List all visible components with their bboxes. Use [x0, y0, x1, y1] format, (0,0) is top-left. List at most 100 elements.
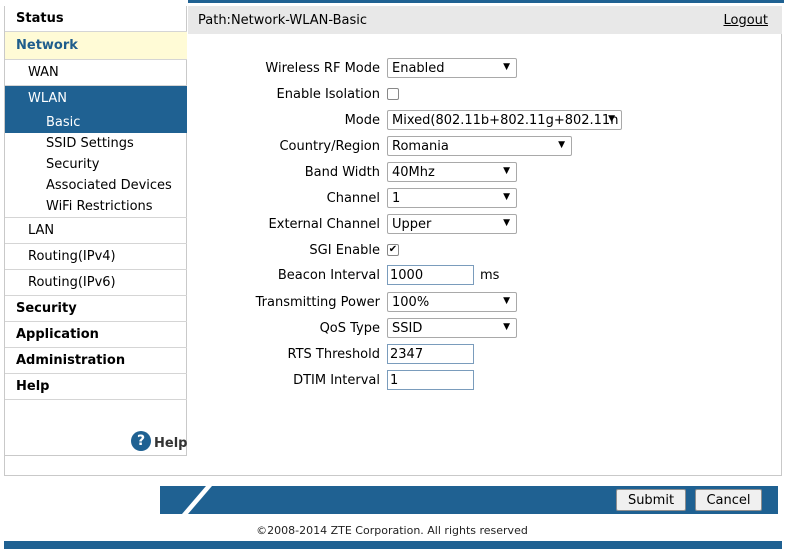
sidebar-item-wifi-restrictions[interactable]: WiFi Restrictions: [5, 196, 187, 218]
breadcrumb: Path:Network-WLAN-Basic: [198, 12, 368, 28]
chevron-down-icon: ▼: [608, 114, 615, 124]
select-value: Romania: [392, 138, 449, 154]
form-row-country-region: Country/Region Romania ▼: [188, 134, 778, 158]
sidebar-item-label: LAN: [28, 223, 55, 238]
sidebar-item-label: Application: [16, 327, 99, 342]
qos-type-select[interactable]: SSID ▼: [387, 318, 517, 338]
form-row-wireless-rf-mode: Wireless RF Mode Enabled ▼: [188, 56, 778, 80]
chevron-down-icon: ▼: [503, 296, 510, 306]
external-channel-select[interactable]: Upper ▼: [387, 214, 517, 234]
select-value: 40Mhz: [392, 164, 435, 180]
footer-stripe-decoration: [160, 486, 220, 514]
field-label: Enable Isolation: [276, 86, 380, 102]
top-accent-strip: [188, 0, 784, 3]
sidebar-item-label: Network: [16, 38, 78, 53]
form-row-qos-type: QoS Type SSID ▼: [188, 316, 778, 340]
form-row-sgi-enable: SGI Enable ✔: [188, 238, 778, 262]
form-row-external-channel: External Channel Upper ▼: [188, 212, 778, 236]
chevron-down-icon: ▼: [503, 218, 510, 228]
select-value: Upper: [392, 216, 432, 232]
sidebar-item-wlan[interactable]: WLAN: [5, 86, 187, 111]
field-label: Band Width: [304, 164, 380, 180]
sidebar-item-label: Routing(IPv4): [28, 249, 116, 264]
sidebar-item-label: SSID Settings: [46, 136, 134, 151]
sidebar-item-basic[interactable]: Basic: [5, 111, 187, 133]
submit-button[interactable]: Submit: [616, 489, 686, 511]
chevron-down-icon: ▼: [503, 166, 510, 176]
sidebar-item-label: Routing(IPv6): [28, 275, 116, 290]
sidebar-item-application[interactable]: Application: [5, 322, 187, 348]
sidebar-item-security-sub[interactable]: Security: [5, 154, 187, 175]
select-value: Enabled: [392, 60, 445, 76]
form-row-beacon-interval: Beacon Interval 1000 ms: [188, 263, 778, 287]
unit-label: ms: [480, 267, 500, 283]
input-value: 2347: [390, 346, 424, 362]
band-width-select[interactable]: 40Mhz ▼: [387, 162, 517, 182]
chevron-down-icon: ▼: [503, 192, 510, 202]
select-value: SSID: [392, 320, 423, 336]
copyright-text: ©2008-2014 ZTE Corporation. All rights r…: [256, 524, 528, 537]
sidebar-item-routing-ipv6[interactable]: Routing(IPv6): [5, 270, 187, 296]
help-icon[interactable]: ?: [131, 430, 151, 451]
sidebar-item-associated-devices[interactable]: Associated Devices: [5, 175, 187, 196]
dtim-interval-input[interactable]: 1: [387, 370, 474, 390]
field-label: RTS Threshold: [287, 346, 380, 362]
field-label: QoS Type: [319, 320, 380, 336]
field-label: External Channel: [268, 216, 380, 232]
select-value: 1: [392, 190, 401, 206]
wireless-rf-mode-select[interactable]: Enabled ▼: [387, 58, 517, 78]
sgi-enable-checkbox[interactable]: ✔: [387, 244, 399, 256]
sidebar-item-label: Status: [16, 11, 64, 26]
beacon-interval-input[interactable]: 1000: [387, 265, 474, 285]
mode-select[interactable]: Mixed(802.11b+802.11g+802.11n ▼: [387, 110, 622, 130]
sidebar-item-label: WLAN: [28, 91, 68, 106]
sidebar-item-label: WiFi Restrictions: [46, 199, 153, 214]
field-label: SGI Enable: [309, 242, 380, 258]
sidebar-item-lan[interactable]: LAN: [5, 218, 187, 244]
form-row-mode: Mode Mixed(802.11b+802.11g+802.11n ▼: [188, 108, 778, 132]
chevron-down-icon: ▼: [503, 322, 510, 332]
bottom-strip: [4, 541, 782, 549]
sidebar-item-administration[interactable]: Administration: [5, 348, 187, 374]
form-row-enable-isolation: Enable Isolation: [188, 82, 778, 106]
form-row-channel: Channel 1 ▼: [188, 186, 778, 210]
sidebar-item-label: Administration: [16, 353, 126, 368]
enable-isolation-checkbox[interactable]: [387, 88, 399, 100]
sidebar-item-routing-ipv4[interactable]: Routing(IPv4): [5, 244, 187, 270]
field-label: Beacon Interval: [277, 267, 380, 283]
help-label[interactable]: Help: [154, 436, 187, 451]
checkmark-icon: ✔: [388, 244, 398, 255]
field-label: Mode: [344, 112, 380, 128]
transmitting-power-select[interactable]: 100% ▼: [387, 292, 517, 312]
field-label: Wireless RF Mode: [265, 60, 380, 76]
form-row-rts-threshold: RTS Threshold 2347: [188, 342, 778, 366]
sidebar-item-label: Security: [46, 157, 100, 172]
sidebar-item-network[interactable]: Network: [5, 32, 187, 60]
form-row-band-width: Band Width 40Mhz ▼: [188, 160, 778, 184]
input-value: 1: [390, 372, 399, 388]
sidebar-item-label: WAN: [28, 65, 59, 80]
field-label: DTIM Interval: [293, 372, 380, 388]
field-label: Transmitting Power: [255, 294, 380, 310]
chevron-down-icon: ▼: [503, 62, 510, 72]
sidebar-item-security[interactable]: Security: [5, 296, 187, 322]
sidebar-item-wan[interactable]: WAN: [5, 60, 187, 86]
form-row-transmitting-power: Transmitting Power 100% ▼: [188, 290, 778, 314]
select-value: Mixed(802.11b+802.11g+802.11n: [392, 112, 619, 128]
sidebar-item-label: Associated Devices: [46, 178, 172, 193]
channel-select[interactable]: 1 ▼: [387, 188, 517, 208]
help-link[interactable]: ? Help: [131, 430, 187, 451]
sidebar-item-label: Basic: [46, 114, 81, 130]
rts-threshold-input[interactable]: 2347: [387, 344, 474, 364]
input-value: 1000: [390, 267, 424, 283]
logout-link[interactable]: Logout: [723, 13, 768, 28]
sidebar-item-help[interactable]: Help: [5, 374, 187, 400]
cancel-button[interactable]: Cancel: [695, 489, 762, 511]
select-value: 100%: [392, 294, 430, 310]
country-region-select[interactable]: Romania ▼: [387, 136, 572, 156]
sidebar-item-status[interactable]: Status: [5, 6, 187, 32]
path-bar: Path:Network-WLAN-Basic Logout: [188, 6, 782, 34]
sidebar-item-ssid-settings[interactable]: SSID Settings: [5, 133, 187, 154]
sidebar-item-label: Help: [16, 379, 50, 394]
form-row-dtim-interval: DTIM Interval 1: [188, 368, 778, 392]
